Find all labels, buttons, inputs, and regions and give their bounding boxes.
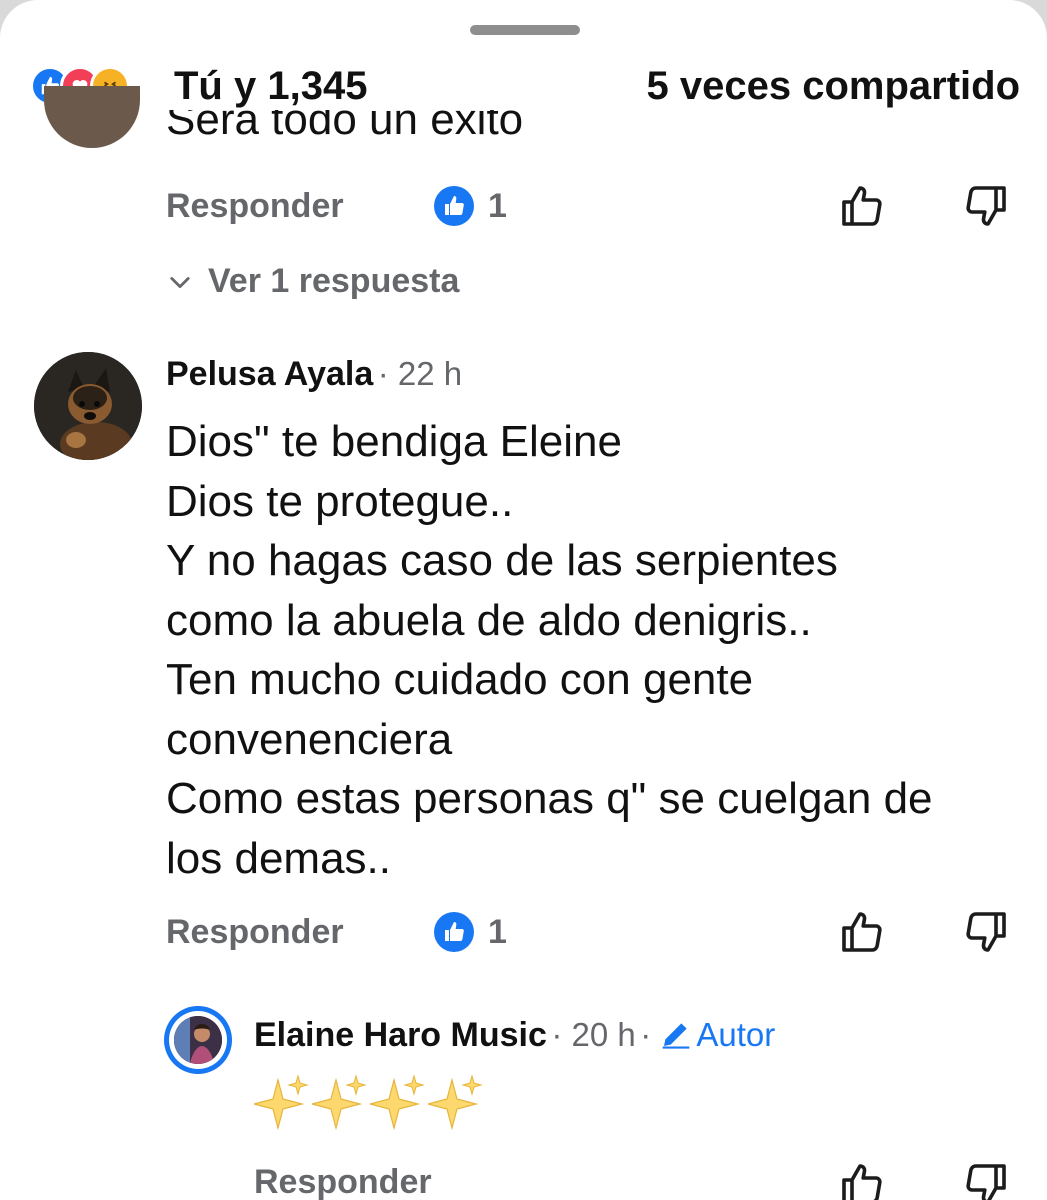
comment-line: Ten mucho cuidado con gente (166, 655, 754, 704)
comment-actions: Responder 1 (0, 902, 1047, 962)
sheet-grabber[interactable] (470, 25, 580, 35)
chevron-down-icon (170, 277, 190, 289)
avatar[interactable] (34, 352, 142, 460)
thumbs-down-icon[interactable] (962, 1160, 1010, 1200)
like-count[interactable]: 1 (488, 186, 507, 226)
comment-header: Pelusa Ayala · 22 h (166, 352, 462, 396)
like-icon (434, 912, 474, 952)
comment-line: convenenciera (166, 714, 453, 764)
comment-line: los demas.. (166, 833, 391, 883)
reply-button[interactable]: Responder (166, 186, 344, 226)
author-badge: Autor (696, 1016, 776, 1053)
meta-separator: · (640, 1016, 661, 1053)
comment-body: Dios" te bendiga Eleine Dios te protegue… (166, 412, 1026, 888)
reply-body (254, 1074, 486, 1138)
sparkles-icon (254, 1074, 309, 1130)
comment-line: Dios te protegue.. (166, 476, 514, 526)
reply-time[interactable]: 20 h (572, 1016, 636, 1053)
sparkles-icon (370, 1074, 425, 1130)
reply-author[interactable]: Elaine Haro Music (254, 1016, 547, 1054)
thumbs-up-icon[interactable] (838, 182, 886, 230)
view-replies-label: Ver 1 respuesta (208, 262, 460, 300)
like-count[interactable]: 1 (488, 912, 507, 952)
comment-line: Como estas personas q" se cuelgan de (166, 774, 933, 823)
thumbs-down-icon[interactable] (962, 182, 1010, 230)
thumbs-up-icon[interactable] (838, 908, 886, 956)
like-icon (434, 186, 474, 226)
comment-line: como la abuela de aldo denigris.. (166, 595, 812, 645)
pencil-icon (663, 1023, 690, 1049)
shares-count[interactable]: 5 veces compartido (647, 58, 1021, 114)
comment-time[interactable]: 22 h (398, 355, 462, 392)
meta-separator: · (551, 1016, 572, 1053)
reply-header: Elaine Haro Music · 20 h · Autor (254, 1012, 775, 1058)
reply-button[interactable]: Responder (254, 1162, 432, 1200)
comment-line: Y no hagas caso de las serpientes (166, 536, 838, 585)
comment-author[interactable]: Pelusa Ayala (166, 355, 373, 393)
meta-separator: · (377, 355, 398, 392)
thumbs-down-icon[interactable] (962, 908, 1010, 956)
sparkles-icon (312, 1074, 367, 1130)
avatar-image (174, 1016, 222, 1064)
comment-actions: Responder 1 (0, 176, 1047, 236)
reply-button[interactable]: Responder (166, 912, 344, 952)
thumbs-up-icon[interactable] (838, 1160, 886, 1200)
comment-line: Dios" te bendiga Eleine (166, 417, 622, 466)
reactions-header: Tú y 1,345 5 veces compartido (30, 58, 1020, 114)
avatar[interactable] (164, 1006, 232, 1074)
reaction-count[interactable]: Tú y 1,345 (174, 58, 367, 114)
comments-sheet: Tú y 1,345 5 veces compartido Será todo … (0, 0, 1047, 1200)
sparkles-icon (428, 1074, 483, 1130)
avatar[interactable] (44, 86, 140, 148)
comment-text-clipped: Será todo un éxito (166, 110, 524, 144)
